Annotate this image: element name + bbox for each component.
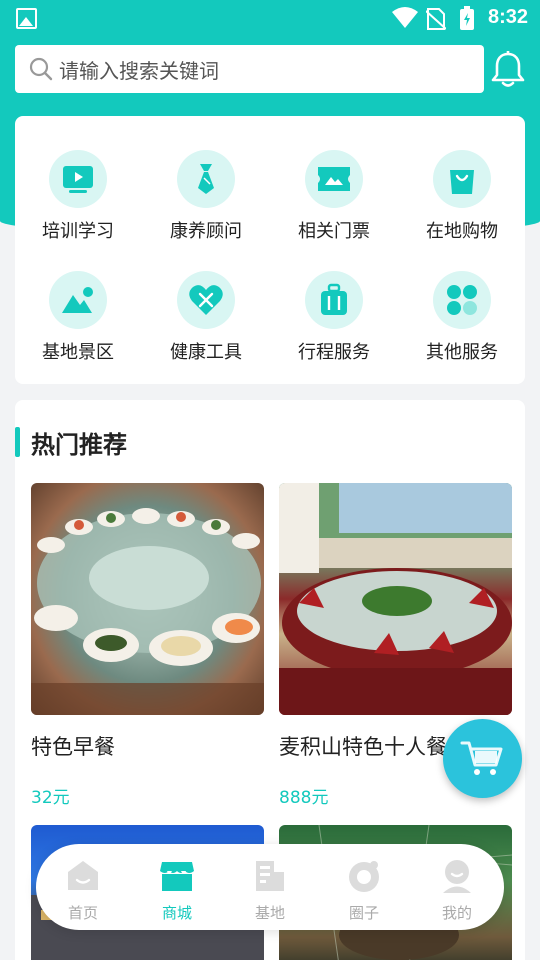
category-item-health-tools[interactable]: 健康工具 [146, 271, 266, 364]
category-item-other[interactable]: 其他服务 [402, 271, 522, 364]
status-bar: 8:32 [0, 0, 540, 36]
category-item-training[interactable]: 培训学习 [18, 150, 138, 243]
product-image[interactable] [279, 483, 512, 715]
no-sim-icon [426, 8, 446, 30]
dots-grid-icon [447, 285, 477, 315]
tie-icon [198, 164, 214, 194]
tab-mine[interactable]: 我的 [417, 858, 497, 923]
building-icon [256, 861, 284, 891]
wifi-icon [392, 7, 418, 28]
heart-tools-icon [189, 285, 223, 315]
search-placeholder: 请输入搜索关键词 [59, 58, 219, 83]
home-icon [68, 861, 98, 890]
cart-icon [460, 741, 502, 775]
product-name: 特色早餐 [31, 735, 115, 759]
image-notification-icon [16, 8, 37, 29]
category-label: 其他服务 [426, 342, 498, 363]
category-label: 基地景区 [42, 342, 114, 363]
tab-label: 首页 [67, 904, 98, 922]
bell-icon[interactable] [490, 50, 526, 88]
tab-store[interactable]: 商城 [137, 858, 217, 923]
tab-label: 我的 [441, 904, 472, 922]
product-image[interactable] [31, 483, 264, 715]
search-bar[interactable]: 请输入搜索关键词 [15, 45, 484, 93]
tab-circle[interactable]: 圈子 [324, 858, 404, 923]
tab-label: 商城 [161, 904, 192, 922]
category-item-scenic[interactable]: 基地景区 [18, 271, 138, 364]
cart-button[interactable] [443, 719, 522, 798]
status-time: 8:32 [487, 6, 528, 28]
category-label: 相关门票 [298, 221, 370, 242]
tab-base[interactable]: 基地 [230, 858, 310, 923]
section-title: 热门推荐 [15, 426, 127, 459]
category-item-tickets[interactable]: 相关门票 [274, 150, 394, 243]
category-label: 健康工具 [170, 342, 242, 363]
shopping-bag-icon [450, 170, 474, 194]
bottom-tab-bar: 首页 商城 基地 圈子 我的 [36, 844, 504, 930]
category-item-itinerary[interactable]: 行程服务 [274, 271, 394, 364]
user-icon [443, 860, 471, 893]
hot-title-text: 热门推荐 [31, 430, 127, 459]
category-item-consultant[interactable]: 康养顾问 [146, 150, 266, 243]
tab-label: 圈子 [348, 904, 379, 922]
category-item-shopping[interactable]: 在地购物 [402, 150, 522, 243]
video-icon [63, 166, 93, 193]
search-icon [29, 57, 53, 81]
title-accent-bar [15, 427, 20, 457]
product-card[interactable]: 特色早餐 32元 [31, 483, 264, 808]
category-label: 行程服务 [298, 342, 370, 363]
tab-home[interactable]: 首页 [43, 858, 123, 923]
product-price: 32元 [31, 788, 70, 808]
tab-label: 基地 [254, 904, 285, 922]
ticket-icon [318, 167, 350, 191]
circle-icon [349, 861, 379, 892]
category-label: 培训学习 [42, 221, 114, 242]
luggage-icon [321, 283, 347, 315]
category-label: 康养顾问 [170, 221, 242, 242]
battery-icon [460, 6, 474, 30]
mountain-icon [62, 287, 93, 313]
store-icon [160, 862, 194, 891]
category-label: 在地购物 [426, 221, 498, 242]
